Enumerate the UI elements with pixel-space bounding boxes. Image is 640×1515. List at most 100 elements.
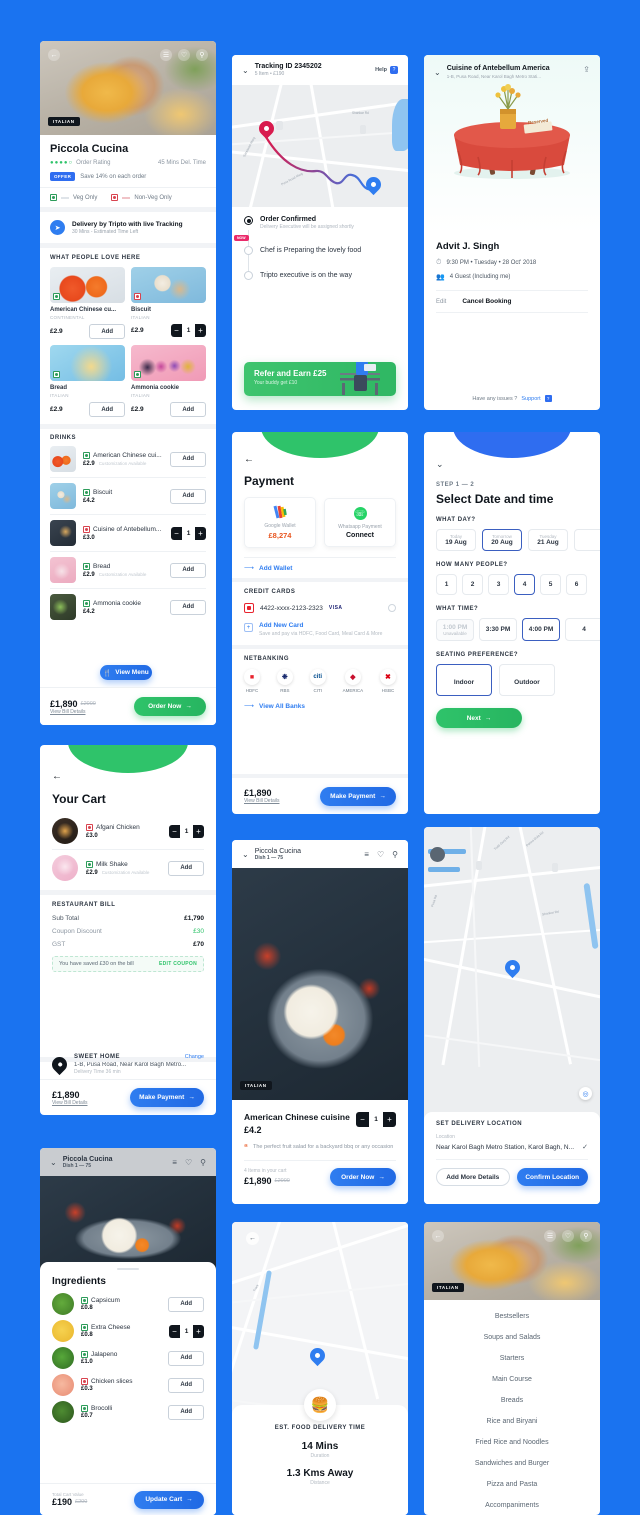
decrement-button[interactable]: − xyxy=(169,1325,180,1338)
help-icon[interactable]: ? xyxy=(390,66,398,74)
back-icon[interactable]: ← xyxy=(52,771,204,782)
change-address-link[interactable]: Change xyxy=(185,1054,204,1060)
search-icon[interactable]: ⚲ xyxy=(196,49,208,61)
add-button[interactable]: Add xyxy=(170,488,206,504)
quantity-stepper[interactable]: − 1 + xyxy=(171,324,206,337)
love-card[interactable]: American Chinese cu... CONTINENTAL £2.9 … xyxy=(50,267,125,339)
chevron-down-icon[interactable]: ⌄ xyxy=(50,1158,57,1167)
wallet-card[interactable]: Google Wallet £8,274 xyxy=(244,497,316,548)
seating-option-outdoor[interactable]: Outdoor xyxy=(499,664,555,696)
add-button[interactable]: Add xyxy=(168,1404,204,1420)
list-icon[interactable]: ≡ xyxy=(364,850,369,859)
list-item[interactable]: Cuisine of Antebellum... £3.0 − 1 + xyxy=(40,515,216,551)
address-block[interactable]: SWEET HOME Change 1-B, Pusa Road, Near K… xyxy=(40,1052,216,1077)
increment-button[interactable]: + xyxy=(195,527,206,540)
search-icon[interactable]: ⚲ xyxy=(200,1158,206,1167)
decrement-button[interactable]: − xyxy=(171,324,182,337)
decrement-button[interactable]: − xyxy=(169,825,180,838)
tracking-map[interactable]: Shankar Rd Pusa Road Marg Saraswati Marg xyxy=(232,85,408,207)
add-button[interactable]: Add xyxy=(168,1296,204,1312)
ingredient-row[interactable]: Capsicum £0.8 Add xyxy=(52,1293,204,1315)
time-option[interactable]: 3:30 PM xyxy=(479,618,517,641)
next-button[interactable]: Next → xyxy=(436,708,522,728)
back-icon[interactable]: ← xyxy=(246,1232,259,1245)
view-bill-link[interactable]: View Bill Details xyxy=(52,1100,87,1106)
list-item[interactable]: Ammonia cookie £4.2 Add xyxy=(40,589,216,625)
add-button[interactable]: Add xyxy=(170,451,206,467)
increment-button[interactable]: + xyxy=(195,324,206,337)
bank-option[interactable]: ◆ AMERICA xyxy=(343,669,363,693)
menu-category-item[interactable]: Pizza and Pasta xyxy=(424,1474,600,1495)
cancel-booking-link[interactable]: Cancel Booking xyxy=(462,298,511,305)
card-radio[interactable] xyxy=(388,604,396,612)
heart-icon[interactable]: ♡ xyxy=(562,1230,574,1242)
add-button[interactable]: Add xyxy=(170,599,206,615)
add-button[interactable]: Add xyxy=(168,1350,204,1366)
menu-category-item[interactable]: Rice and Biryani xyxy=(424,1411,600,1432)
decrement-button[interactable]: − xyxy=(356,1112,369,1127)
list-item[interactable]: Bread £2.9 Customization Available Add xyxy=(40,552,216,588)
add-button[interactable]: Add xyxy=(170,402,206,417)
chevron-down-icon[interactable]: ⌄ xyxy=(242,850,249,859)
view-menu-button[interactable]: 🍴 View Menu xyxy=(100,665,152,680)
menu-category-item[interactable]: Soups and Salads xyxy=(424,1327,600,1348)
cart-item[interactable]: Milk Shake £2.9 Customization Available … xyxy=(40,850,216,886)
menu-category-item[interactable]: Accompaniments xyxy=(424,1495,600,1515)
edit-booking-link[interactable]: Edit xyxy=(436,299,446,305)
heart-icon[interactable]: ♡ xyxy=(185,1158,192,1167)
list-item[interactable]: American Chinese cui... £2.9 Customizati… xyxy=(40,441,216,477)
add-button[interactable]: Add xyxy=(89,324,125,339)
make-payment-button[interactable]: Make Payment → xyxy=(130,1088,204,1107)
veg-only-toggle[interactable]: Veg Only xyxy=(50,194,97,201)
menu-category-item[interactable]: Main Course xyxy=(424,1369,600,1390)
my-location-icon[interactable]: ◎ xyxy=(579,1087,592,1100)
help-icon[interactable]: ? xyxy=(544,395,552,402)
people-option-selected[interactable]: 4 xyxy=(514,574,535,595)
day-option-selected[interactable]: Tomorrow 20 Aug xyxy=(482,529,522,551)
time-option-selected[interactable]: 4:00 PM xyxy=(522,618,560,641)
confirm-location-button[interactable]: Confirm Location xyxy=(516,1168,588,1186)
add-button[interactable]: Add xyxy=(170,562,206,578)
add-wallet-link[interactable]: ⟶ Add Wallet xyxy=(232,558,408,578)
menu-category-item[interactable]: Sandwiches and Burger xyxy=(424,1453,600,1474)
back-icon[interactable]: ← xyxy=(244,454,396,465)
bank-option[interactable]: citi CITI xyxy=(309,669,326,693)
people-option[interactable]: 1 xyxy=(436,574,457,595)
bank-option[interactable]: ✖ HSBC xyxy=(379,669,396,693)
ingredient-row[interactable]: Chicken slices £0.3 Add xyxy=(52,1374,204,1396)
increment-button[interactable]: + xyxy=(193,825,204,838)
drag-handle[interactable] xyxy=(117,1268,139,1270)
edit-coupon-link[interactable]: EDIT COUPON xyxy=(159,961,197,967)
increment-button[interactable]: + xyxy=(383,1112,396,1127)
heart-icon[interactable]: ♡ xyxy=(178,49,190,61)
menu-category-item[interactable]: Bestsellers xyxy=(424,1306,600,1327)
help-label[interactable]: Help xyxy=(375,67,387,73)
time-option-partial[interactable]: 4 xyxy=(565,618,600,641)
add-button[interactable]: Add xyxy=(168,1377,204,1393)
add-more-details-button[interactable]: Add More Details xyxy=(436,1168,510,1186)
ingredient-row[interactable]: Jalapeno £1.0 Add xyxy=(52,1347,204,1369)
chevron-down-icon[interactable]: ⌄ xyxy=(434,68,441,77)
quantity-stepper[interactable]: − 1 + xyxy=(169,824,204,838)
seating-option-indoor[interactable]: Indoor xyxy=(436,664,492,696)
day-option[interactable]: Tuesday 21 Aug xyxy=(528,529,568,551)
add-button[interactable]: Add xyxy=(168,860,204,876)
love-card[interactable]: Bread ITALIAN £2.9 Add xyxy=(50,345,125,417)
share-icon[interactable]: ⇪ xyxy=(583,65,590,74)
refer-earn-banner[interactable]: Refer and Earn £25 Your buddy get £10 xyxy=(244,362,396,396)
quantity-stepper[interactable]: − 1 + xyxy=(356,1112,396,1127)
menu-list-icon[interactable]: ☰ xyxy=(160,49,172,61)
nonveg-only-toggle[interactable]: Non-Veg Only xyxy=(111,194,172,201)
people-option[interactable]: 3 xyxy=(488,574,509,595)
ingredient-row[interactable]: Brocolli £0.7 Add xyxy=(52,1401,204,1423)
back-icon[interactable]: ← xyxy=(432,1230,444,1242)
update-cart-button[interactable]: Update Cart → xyxy=(134,1490,204,1509)
view-bill-link[interactable]: View Bill Details xyxy=(50,709,96,715)
quantity-stepper[interactable]: − 1 + xyxy=(171,526,206,540)
increment-button[interactable]: + xyxy=(193,1325,204,1338)
ingredient-row[interactable]: Extra Cheese £0.8 − 1 + xyxy=(52,1320,204,1342)
love-card[interactable]: Biscuit ITALIAN £2.9 − 1 + xyxy=(131,267,206,339)
love-card[interactable]: Ammonia cookie ITALIAN £2.9 Add xyxy=(131,345,206,417)
add-button[interactable]: Add xyxy=(89,402,125,417)
back-icon[interactable]: ← xyxy=(48,49,60,61)
